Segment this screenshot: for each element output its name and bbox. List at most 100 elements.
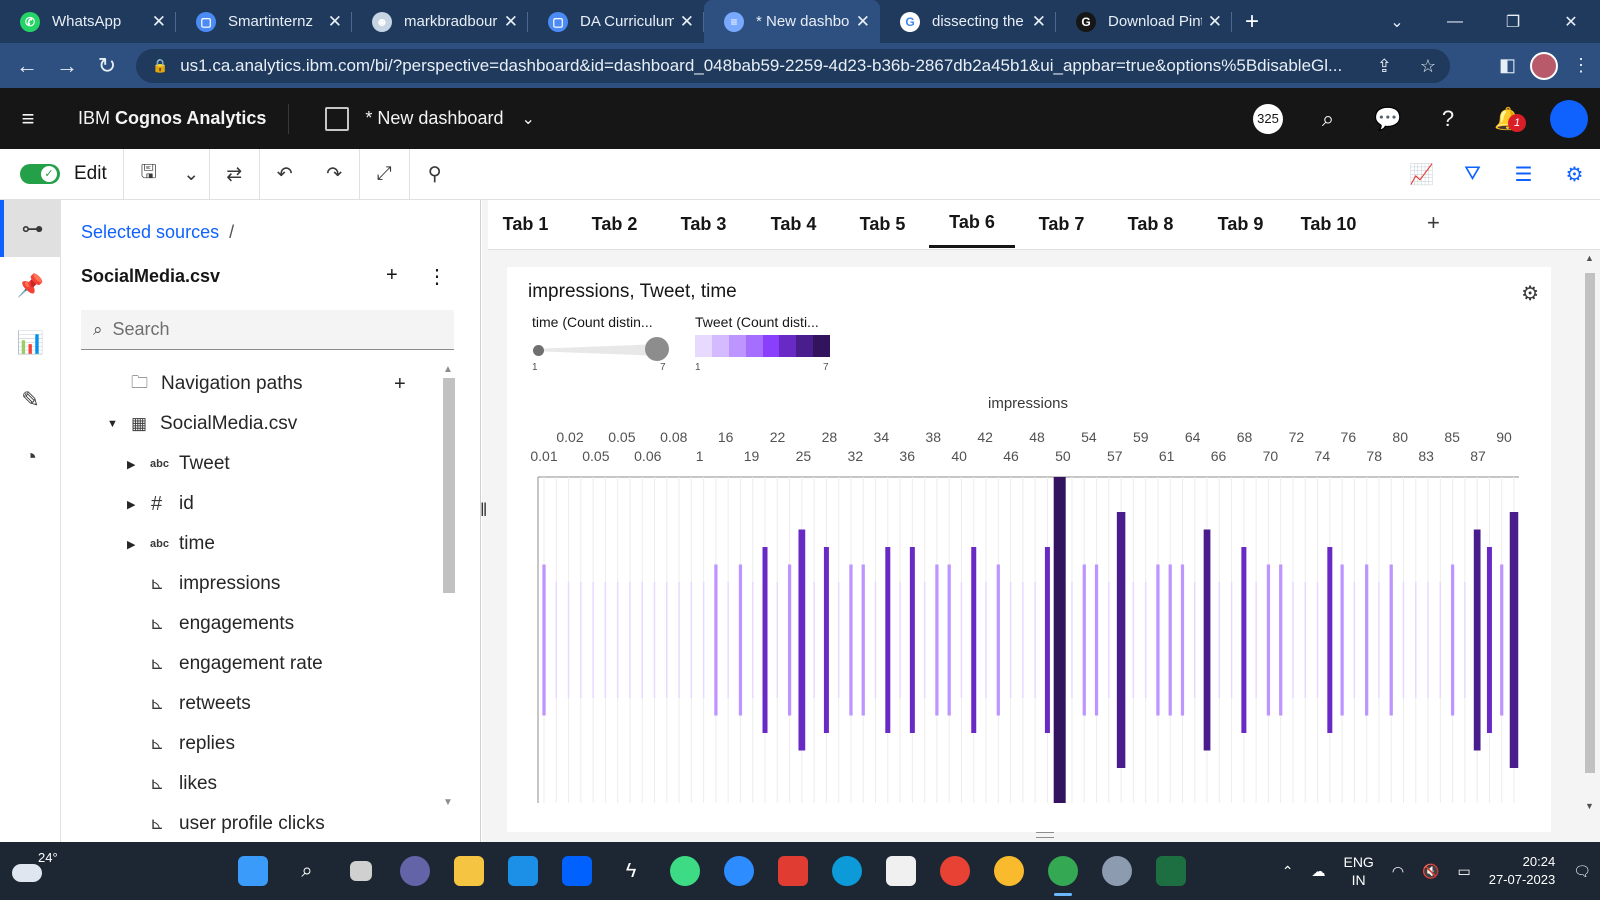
teams-icon[interactable]: [388, 842, 442, 900]
mail-icon[interactable]: [496, 842, 550, 900]
save-icon[interactable]: 🖫: [124, 149, 174, 200]
user-account-button[interactable]: [1550, 99, 1588, 138]
chart-bar[interactable]: [1116, 512, 1126, 768]
chevron-down-icon[interactable]: ⌄: [521, 109, 534, 129]
close-tab-icon[interactable]: ✕: [1032, 12, 1046, 32]
wifi-icon[interactable]: ◠: [1383, 863, 1413, 880]
field-row-engagements[interactable]: ⊾ engagements: [61, 604, 441, 644]
chart-bar[interactable]: [1365, 564, 1369, 716]
chart-bar[interactable]: [1144, 582, 1147, 698]
chart-bar[interactable]: [1486, 547, 1492, 733]
profile-avatar[interactable]: [1530, 51, 1558, 80]
chart-bar[interactable]: [1071, 582, 1073, 698]
tab-4[interactable]: Tab 4: [770, 200, 817, 248]
chrome-active-icon[interactable]: [1036, 842, 1090, 900]
notifications-bell-icon[interactable]: 🔔1: [1478, 106, 1538, 132]
browser-tab[interactable]: G Download Pint ✕: [1056, 0, 1232, 43]
chart-bar[interactable]: [1266, 564, 1271, 716]
chart-bar[interactable]: [1168, 564, 1172, 716]
chart-bar[interactable]: [1327, 547, 1333, 733]
bookmark-star-icon[interactable]: ☆: [1420, 56, 1436, 77]
canvas-scrollbar[interactable]: ▲ ▼: [1582, 253, 1598, 813]
close-tab-icon[interactable]: ✕: [1208, 12, 1222, 32]
browser-menu-icon[interactable]: ⋮: [1572, 55, 1590, 76]
chart-bar[interactable]: [1241, 547, 1247, 733]
chart-bar[interactable]: [1194, 582, 1196, 698]
search-icon[interactable]: ⌕: [1298, 106, 1358, 132]
collapsed-caret-icon[interactable]: ▶: [127, 498, 135, 511]
insights-icon[interactable]: 📈: [1396, 149, 1447, 200]
taskbar-search-icon[interactable]: ⌕: [280, 842, 334, 900]
chart-bar[interactable]: [923, 582, 926, 698]
field-row-user-profile-clicks[interactable]: ⊾ user profile clicks: [61, 804, 441, 842]
chart-bar[interactable]: [1132, 582, 1135, 698]
chart-bar[interactable]: [616, 582, 619, 698]
browser-tab[interactable]: ✆ WhatsApp ✕: [0, 0, 176, 43]
back-icon[interactable]: ←: [7, 53, 47, 79]
pin-icon[interactable]: 📌: [0, 257, 61, 314]
dropbox-icon[interactable]: [550, 842, 604, 900]
widget-settings-icon[interactable]: ⚙: [1521, 281, 1539, 306]
tab-9[interactable]: Tab 9: [1217, 200, 1264, 248]
chart-bar[interactable]: [1022, 582, 1024, 698]
chart-bar[interactable]: [714, 564, 718, 716]
chart-bar[interactable]: [1340, 564, 1344, 716]
field-row-Tweet[interactable]: ▶ abc Tweet: [61, 444, 441, 484]
tab-10[interactable]: Tab 10: [1300, 200, 1357, 248]
tab-8[interactable]: Tab 8: [1127, 200, 1174, 248]
hamburger-menu-icon[interactable]: ≡: [0, 106, 56, 132]
tab-2[interactable]: Tab 2: [591, 200, 638, 248]
chart-bar[interactable]: [653, 582, 656, 698]
canvas-scroll-up-icon[interactable]: ▲: [1585, 253, 1594, 263]
chart-bar[interactable]: [1439, 582, 1442, 698]
chrome-profile2-icon[interactable]: [982, 842, 1036, 900]
chart-bar[interactable]: [1378, 582, 1380, 698]
chart-bar[interactable]: [1464, 582, 1466, 698]
chart-bar[interactable]: [1279, 564, 1283, 716]
tab-1[interactable]: Tab 1: [502, 200, 549, 248]
chart-bar[interactable]: [861, 564, 865, 716]
redo-icon[interactable]: ↷: [310, 148, 360, 200]
chart-bar[interactable]: [762, 547, 768, 733]
new-tab-button[interactable]: +: [1232, 0, 1272, 43]
browser-tab[interactable]: ▢ DA Curriculum ✕: [528, 0, 704, 43]
field-row-engagement-rate[interactable]: ⊾ engagement rate: [61, 644, 441, 684]
chart-bar[interactable]: [604, 582, 607, 698]
chart-bar[interactable]: [849, 564, 853, 716]
chart-bar[interactable]: [874, 582, 877, 698]
chart-bar[interactable]: [1402, 582, 1405, 698]
panel-scrollbar-thumb[interactable]: [443, 378, 455, 593]
restore-button[interactable]: ❐: [1484, 0, 1542, 43]
chart-bar[interactable]: [1053, 477, 1066, 803]
navigation-paths-row[interactable]: 🗀 Navigation paths +: [61, 364, 441, 404]
chart-bar[interactable]: [567, 582, 570, 698]
chart-bar[interactable]: [1156, 564, 1160, 716]
chart-bar[interactable]: [798, 529, 806, 751]
chart-bar[interactable]: [1500, 564, 1504, 716]
field-row-likes[interactable]: ⊾ likes: [61, 764, 441, 804]
data-sources-icon[interactable]: ⊶: [0, 200, 61, 257]
collapsed-caret-icon[interactable]: ▶: [127, 538, 135, 551]
browser-tab[interactable]: Gdissecting the ✕: [880, 0, 1056, 43]
chart-bar[interactable]: [690, 582, 693, 698]
tab-3[interactable]: Tab 3: [680, 200, 727, 248]
chart-bar[interactable]: [1450, 564, 1455, 716]
edit-mode-toggle[interactable]: [20, 164, 60, 184]
snipping-tool-icon[interactable]: [874, 842, 928, 900]
table-row-socialmedia[interactable]: ▼ ▦ SocialMedia.csv: [61, 404, 441, 444]
properties-icon[interactable]: ☰: [1498, 149, 1549, 200]
tab-5[interactable]: Tab 5: [859, 200, 906, 248]
chart-bar[interactable]: [702, 582, 705, 698]
chart-bar[interactable]: [1353, 582, 1356, 698]
url-field[interactable]: 🔒 us1.ca.analytics.ibm.com/bi/?perspecti…: [136, 49, 1450, 83]
chart-bar[interactable]: [1509, 512, 1519, 768]
close-window-button[interactable]: ✕: [1542, 0, 1600, 43]
chart-bar[interactable]: [776, 582, 779, 698]
assistant-chat-icon[interactable]: 💬: [1358, 106, 1418, 132]
connect-icon[interactable]: ⚲: [410, 149, 460, 200]
field-row-replies[interactable]: ⊾ replies: [61, 724, 441, 764]
forward-icon[interactable]: →: [47, 53, 87, 79]
chart-bar[interactable]: [1180, 564, 1185, 716]
notification-center-icon[interactable]: 🗨: [1564, 863, 1600, 880]
selected-sources-link[interactable]: Selected sources: [81, 222, 219, 242]
